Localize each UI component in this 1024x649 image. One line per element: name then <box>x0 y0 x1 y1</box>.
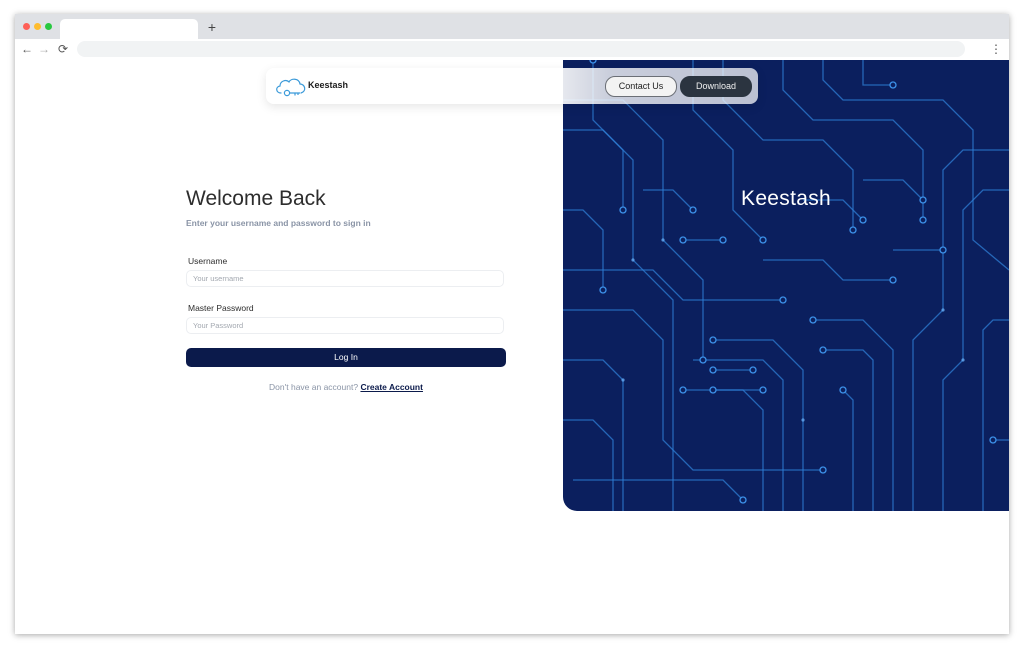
hero-panel: Keestash <box>563 60 1009 511</box>
circuit-background <box>563 60 1009 511</box>
page-subtitle: Enter your username and password to sign… <box>186 218 371 228</box>
new-tab-button[interactable]: + <box>205 20 219 34</box>
page-title: Welcome Back <box>186 187 326 210</box>
username-label: Username <box>188 256 228 266</box>
maximize-window-button[interactable] <box>45 23 52 30</box>
login-button[interactable]: Log In <box>186 348 506 367</box>
hero-title: Keestash <box>741 187 831 210</box>
kebab-menu-icon[interactable]: ⋮ <box>989 42 1003 56</box>
address-bar[interactable] <box>77 41 965 57</box>
create-account-link[interactable]: Create Account <box>360 382 423 392</box>
brand-name: Keestash <box>308 80 349 90</box>
cloud-key-icon <box>276 78 306 97</box>
reload-icon[interactable]: ⟳ <box>56 42 70 56</box>
signup-prompt: Don't have an account? Create Account <box>186 382 506 392</box>
arrow-left-icon[interactable]: ← <box>20 42 34 56</box>
password-label: Master Password <box>188 303 254 313</box>
browser-toolbar: ← → ⟳ ⋮ <box>15 39 1009 61</box>
active-tab[interactable] <box>60 19 198 39</box>
minimize-window-button[interactable] <box>34 23 41 30</box>
top-navbar: Keestash Contact Us Download <box>266 68 758 104</box>
close-window-button[interactable] <box>23 23 30 30</box>
arrow-right-icon[interactable]: → <box>37 42 51 56</box>
signup-prompt-text: Don't have an account? <box>269 382 359 392</box>
password-input[interactable] <box>186 317 504 334</box>
contact-us-button[interactable]: Contact Us <box>605 76 677 97</box>
browser-window: + ← → ⟳ ⋮ Keestash Keestash Contact Us D… <box>15 14 1009 634</box>
username-input[interactable] <box>186 270 504 287</box>
login-page: Keestash Keestash Contact Us Download We… <box>15 60 1009 634</box>
tab-bar: + <box>15 14 1009 39</box>
download-button[interactable]: Download <box>680 76 752 97</box>
